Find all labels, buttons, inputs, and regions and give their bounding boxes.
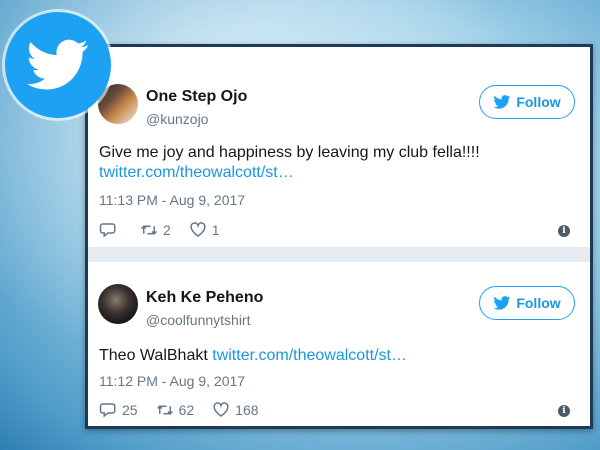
user-handle[interactable]: @coolfunnytshirt [146,312,250,328]
retweet-button[interactable]: 2 [140,221,171,239]
reply-icon [99,223,116,238]
heart-icon [213,402,229,417]
follow-button[interactable]: Follow [479,286,575,320]
twitter-bird-icon [493,296,511,310]
like-count: 168 [235,402,259,418]
retweet-icon [156,405,173,415]
user-name[interactable]: Keh Ke Peheno [146,289,263,307]
tweet-timestamp[interactable]: 11:12 PM - Aug 9, 2017 [99,373,245,389]
like-count: 1 [211,222,220,238]
tweets-panel: One Step Ojo @kunzojo Follow Give me joy… [85,44,593,429]
retweet-button[interactable]: 62 [156,401,195,419]
tweet-text-line: Theo WalBhakt twitter.com/theowalcott/st… [99,345,407,367]
reply-button[interactable] [99,221,122,239]
retweet-count: 62 [178,402,195,418]
tweet-card: Keh Ke Peheno @coolfunnytshirt Follow Th… [88,47,590,418]
like-button[interactable]: 168 [212,401,259,419]
twitter-bird-icon [27,39,88,90]
info-icon[interactable]: i [558,405,570,417]
reply-icon [99,403,116,418]
avatar[interactable] [98,284,138,324]
like-button[interactable]: 1 [189,221,220,239]
tweet-actions: 25 62 168 [99,401,277,419]
reply-button[interactable]: 25 [99,401,138,419]
divider [88,247,590,262]
tweet-actions: 2 1 [99,221,238,239]
twitter-logo-badge [5,12,111,118]
info-icon[interactable]: i [558,225,570,237]
tweet-link[interactable]: twitter.com/theowalcott/st… [212,347,407,364]
reply-count: 25 [122,402,138,418]
heart-icon [190,222,206,237]
retweet-icon [140,225,158,235]
follow-label: Follow [516,295,561,311]
tweet-text: Theo WalBhakt [99,347,208,364]
retweet-count: 2 [163,222,171,238]
